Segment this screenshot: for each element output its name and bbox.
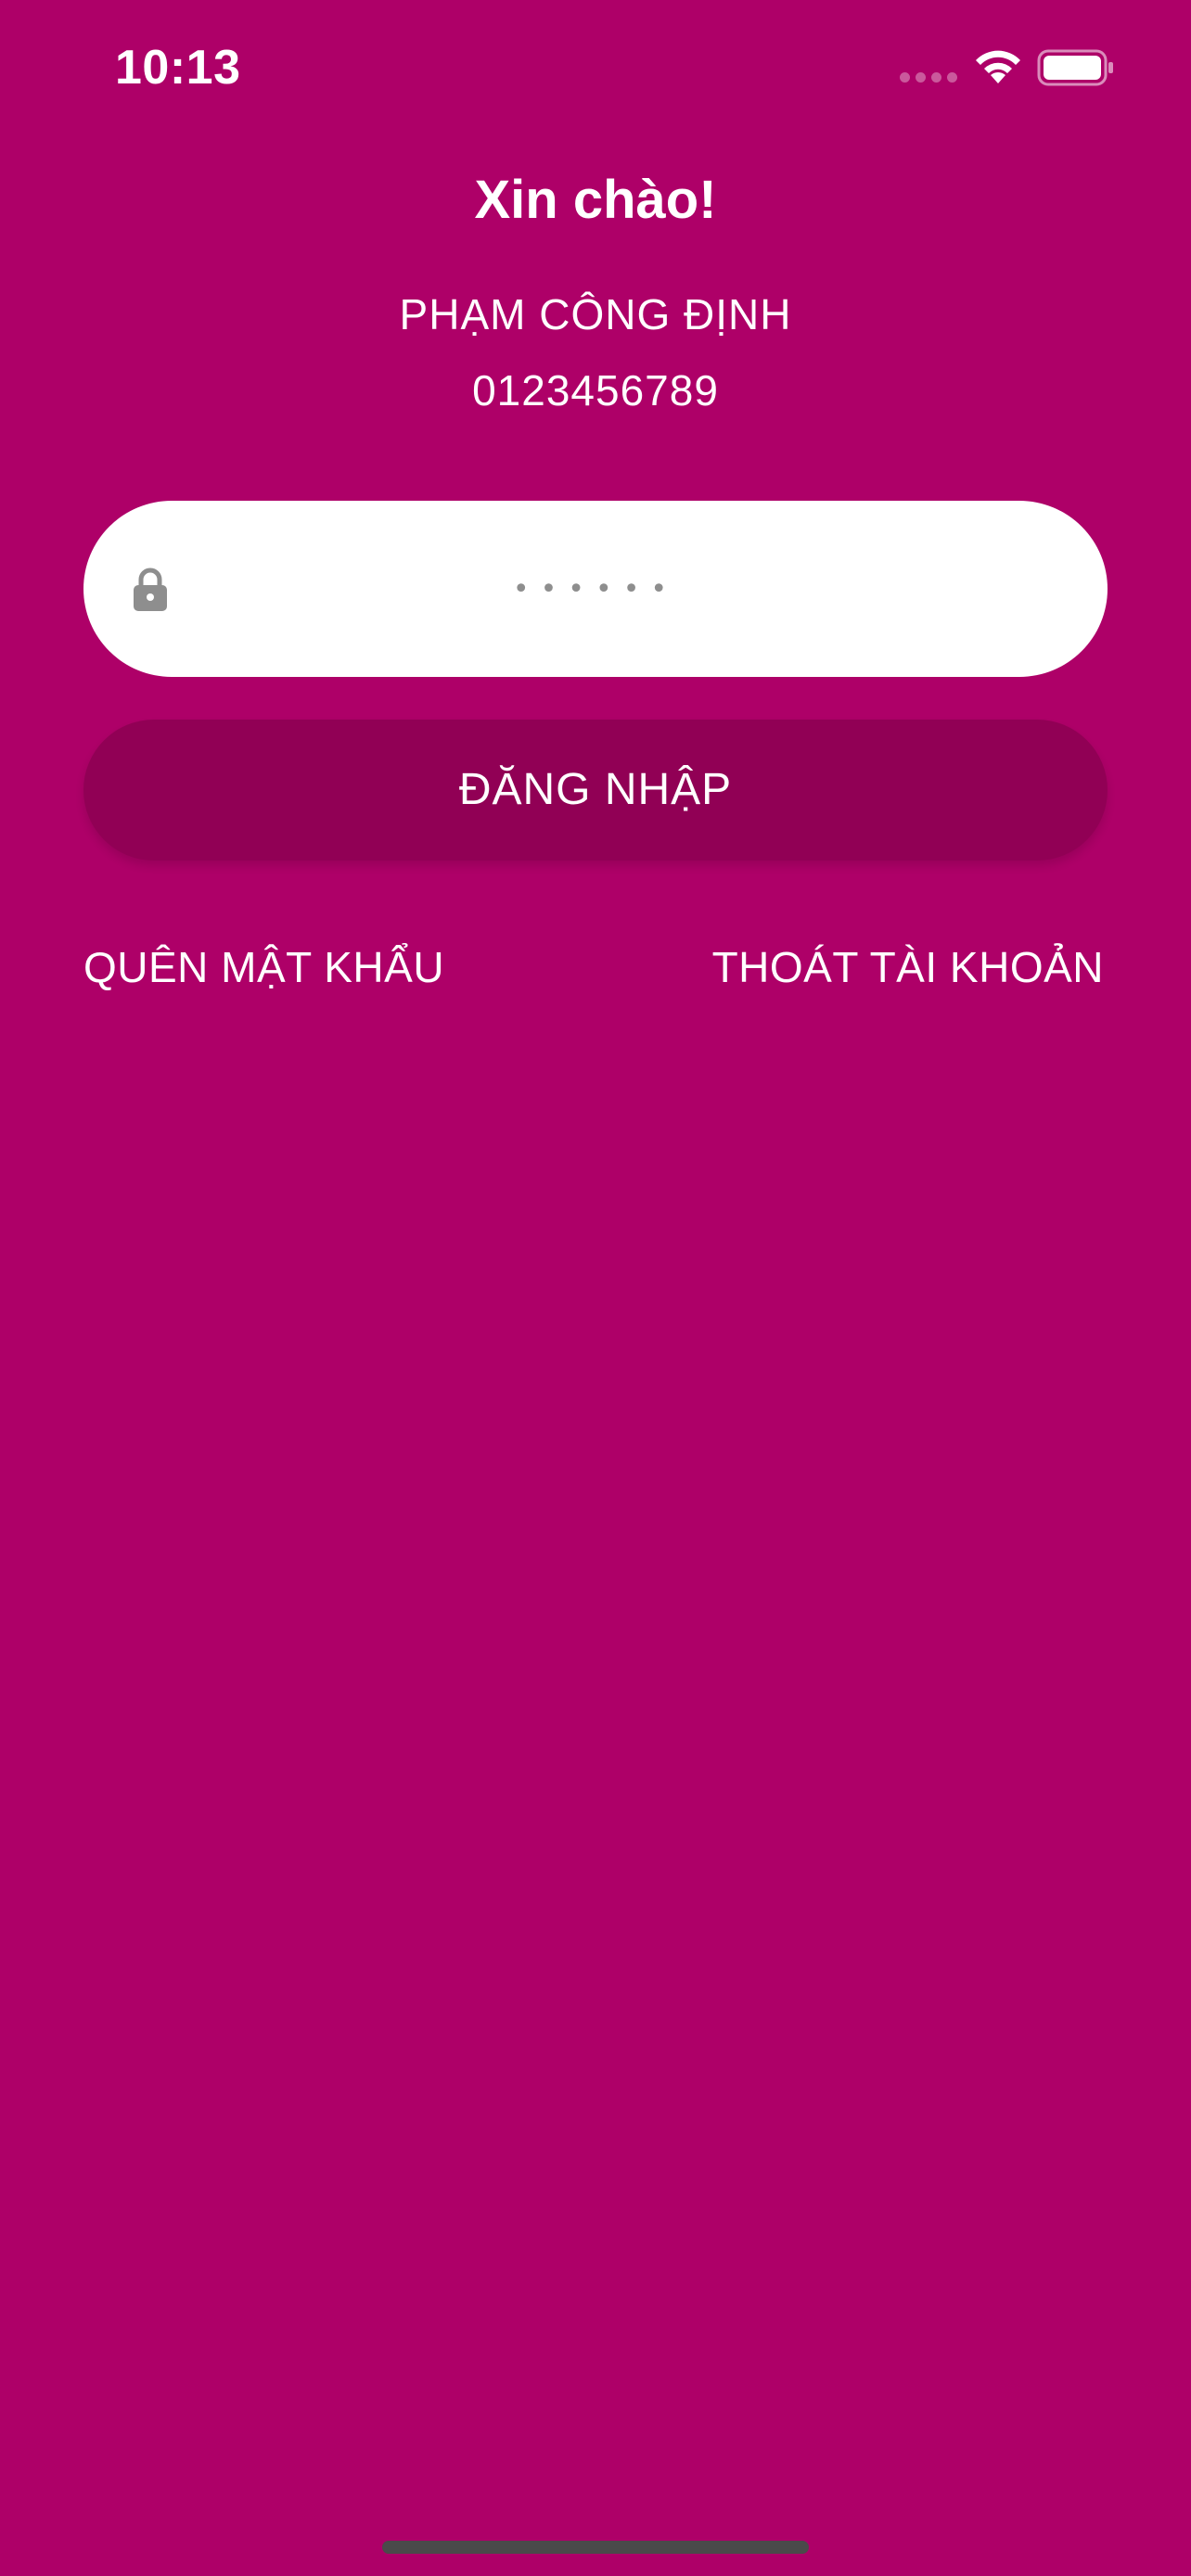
status-time: 10:13 (115, 41, 241, 95)
wifi-icon (972, 46, 1024, 87)
lock-icon (132, 567, 169, 612)
signal-icon (900, 72, 959, 83)
status-bar: 10:13 (0, 0, 1191, 139)
home-indicator[interactable] (382, 2541, 809, 2554)
logout-link[interactable]: THOÁT TÀI KHOẢN (712, 937, 1104, 998)
user-phone: 0123456789 (472, 366, 719, 414)
forgot-password-link[interactable]: QUÊN MẬT KHẨU (83, 937, 444, 998)
password-field[interactable] (83, 501, 1108, 677)
user-name: PHẠM CÔNG ĐỊNH (399, 290, 792, 338)
login-button[interactable]: ĐĂNG NHẬP (83, 720, 1108, 861)
password-input[interactable] (195, 501, 996, 677)
battery-icon (1037, 48, 1115, 87)
greeting-title: Xin chào! (474, 170, 717, 230)
